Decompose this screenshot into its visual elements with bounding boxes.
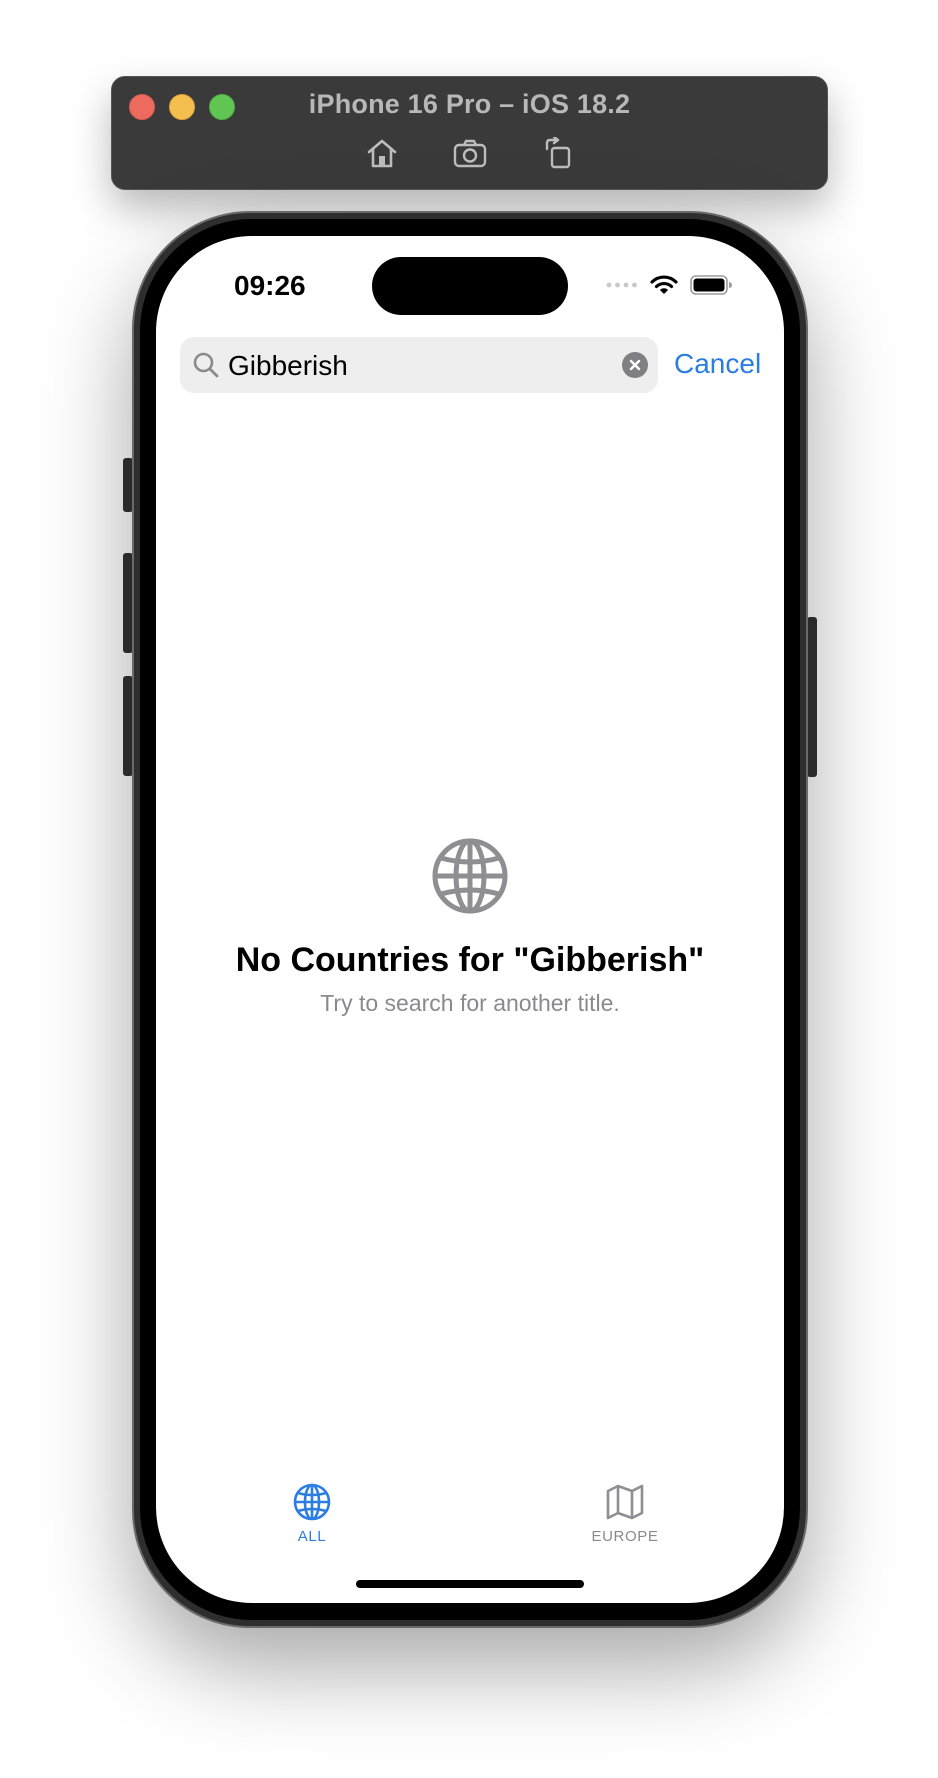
search-icon	[193, 352, 219, 378]
clear-search-button[interactable]	[622, 352, 648, 378]
phone-screen: 09:26 Gibberish Cancel No Countries for …	[156, 236, 784, 1603]
tab-europe[interactable]: EUROPE	[565, 1482, 685, 1545]
dynamic-island	[372, 257, 568, 315]
wifi-icon	[650, 275, 678, 294]
tab-all-label: ALL	[297, 1528, 327, 1545]
home-icon	[367, 139, 396, 168]
rotate-button[interactable]	[538, 135, 578, 171]
status-icons	[606, 274, 732, 296]
battery-icon	[690, 275, 732, 295]
search-field[interactable]: Gibberish	[180, 337, 658, 393]
home-button[interactable]	[362, 135, 402, 171]
simulator-title: iPhone 16 Pro – iOS 18.2	[308, 89, 631, 119]
cellular-signal-icon	[606, 282, 637, 288]
home-indicator[interactable]	[356, 1580, 584, 1588]
simulator-stage: iPhone 16 Pro – iOS 18.2 09:26 Gibberish…	[0, 0, 938, 1778]
screenshot-button[interactable]	[450, 135, 490, 171]
clear-icon	[629, 359, 641, 371]
globe-icon	[432, 838, 508, 914]
camera-icon	[453, 139, 486, 168]
simulator-toolbar: iPhone 16 Pro – iOS 18.2	[111, 76, 828, 190]
tab-europe-label: EUROPE	[591, 1528, 659, 1545]
cancel-button[interactable]: Cancel	[674, 348, 761, 380]
empty-state-title: No Countries for "Gibberish"	[235, 941, 705, 979]
map-icon	[606, 1484, 644, 1520]
power-button	[807, 617, 817, 777]
rotate-icon	[545, 137, 570, 169]
empty-state-subtitle: Try to search for another title.	[320, 990, 620, 1016]
simulator-tools	[112, 135, 827, 171]
status-time: 09:26	[234, 270, 306, 301]
search-input[interactable]: Gibberish	[228, 350, 348, 382]
tab-all[interactable]: ALL	[252, 1482, 372, 1545]
globe-icon	[293, 1483, 331, 1521]
